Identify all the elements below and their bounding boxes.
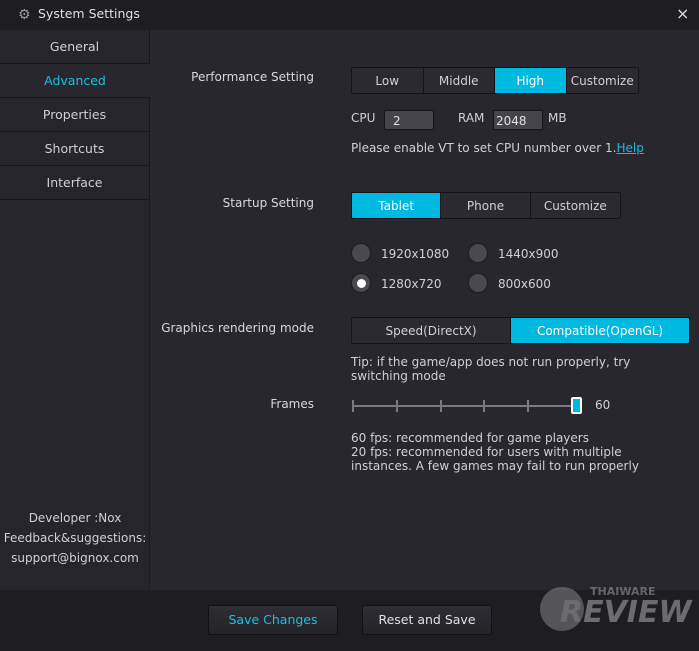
startup-customize[interactable]: Customize — [530, 193, 620, 218]
save-changes-button[interactable]: Save Changes — [208, 605, 338, 635]
radio-1280x720[interactable] — [351, 273, 371, 293]
performance-selector: Low Middle High Customize — [351, 67, 639, 94]
watermark-logo: THAIWARE REVIEW — [540, 585, 692, 645]
support-email: support@bignox.com — [11, 551, 139, 565]
help-link[interactable]: Help — [617, 141, 644, 155]
close-icon[interactable]: × — [676, 4, 689, 23]
perf-high[interactable]: High — [495, 68, 567, 93]
vt-note: Please enable VT to set CPU number over … — [351, 141, 644, 155]
perf-customize[interactable]: Customize — [566, 68, 638, 93]
startup-phone[interactable]: Phone — [441, 193, 531, 218]
graphics-label: Graphics rendering mode — [161, 321, 314, 335]
frames-note-2: 20 fps: recommended for users with multi… — [351, 445, 639, 473]
frames-note-1: 60 fps: recommended for game players — [351, 431, 589, 445]
res-label: 1280x720 — [381, 277, 442, 291]
startup-tablet[interactable]: Tablet — [352, 193, 442, 218]
sidebar-item-properties[interactable]: Properties — [0, 98, 150, 132]
cpu-label: CPU — [351, 111, 376, 125]
sidebar-item-shortcuts[interactable]: Shortcuts — [0, 132, 150, 166]
performance-label: Performance Setting — [191, 70, 314, 84]
cpu-input[interactable]: 2 — [384, 110, 434, 130]
radio-1440x900[interactable] — [468, 243, 488, 263]
radio-800x600[interactable] — [468, 273, 488, 293]
graphics-directx[interactable]: Speed(DirectX) — [352, 318, 512, 343]
feedback-label: Feedback&suggestions: — [3, 531, 147, 545]
perf-middle[interactable]: Middle — [423, 68, 495, 93]
developer-info: Developer :Nox — [28, 511, 122, 525]
startup-selector: Tablet Phone Customize — [351, 192, 621, 219]
sidebar-item-interface[interactable]: Interface — [0, 166, 150, 200]
res-label: 800x600 — [498, 277, 551, 291]
res-label: 1920x1080 — [381, 247, 450, 261]
ram-input[interactable]: 2048 — [493, 110, 543, 130]
sidebar: General Advanced Properties Shortcuts In… — [0, 30, 150, 590]
graphics-selector: Speed(DirectX) Compatible(OpenGL) — [351, 317, 690, 344]
slider-thumb[interactable] — [571, 397, 582, 414]
res-label: 1440x900 — [498, 247, 559, 261]
sidebar-item-general[interactable]: General — [0, 30, 150, 64]
radio-1920x1080[interactable] — [351, 243, 371, 263]
frames-label: Frames — [270, 397, 314, 411]
reset-and-save-button[interactable]: Reset and Save — [362, 605, 492, 635]
graphics-tip: Tip: if the game/app does not run proper… — [351, 355, 631, 383]
frames-slider[interactable] — [351, 397, 582, 414]
ram-label: RAM — [458, 111, 485, 125]
ram-unit: MB — [548, 111, 567, 125]
window-title: System Settings — [38, 6, 140, 21]
sidebar-item-advanced[interactable]: Advanced — [0, 64, 150, 98]
vt-note-text: Please enable VT to set CPU number over … — [351, 141, 617, 155]
gear-icon: ⚙ — [18, 7, 31, 23]
graphics-opengl[interactable]: Compatible(OpenGL) — [511, 318, 689, 343]
title-bar: ⚙ System Settings × — [0, 0, 699, 30]
perf-low[interactable]: Low — [352, 68, 424, 93]
frames-value: 60 — [595, 398, 611, 412]
startup-label: Startup Setting — [222, 196, 314, 210]
